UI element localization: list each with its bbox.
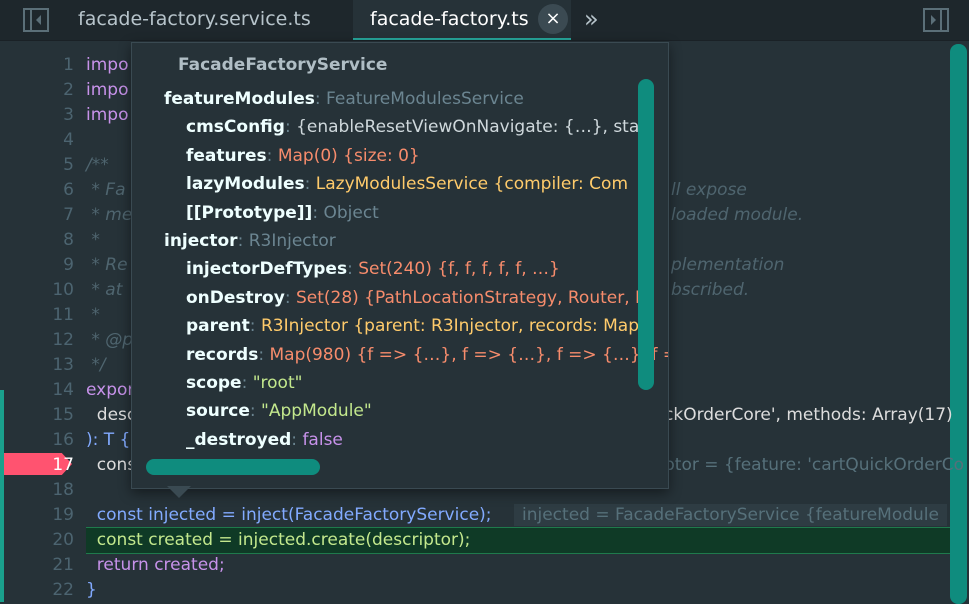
tree-key: cmsConfig (186, 117, 285, 138)
popup-tree-row[interactable]: parent: R3Injector {parent: R3Injector, … (186, 312, 639, 340)
popup-tree-row[interactable]: features: Map(0) {size: 0} (186, 142, 420, 170)
popup-tree-row[interactable]: _destroyed: false (186, 426, 343, 454)
tree-key: _destroyed (186, 429, 292, 450)
code-line: expor (86, 380, 135, 400)
tree-key: parent (186, 316, 250, 337)
popup-tree-row[interactable]: records: Map(980) {f => {…}, f => {…}, f… (186, 341, 669, 369)
tree-key: featureModules (164, 89, 315, 109)
popup-tree-row[interactable]: injector: R3Injector (164, 227, 336, 255)
code-line-tail: plementation (671, 255, 785, 275)
tree-value: Object (323, 202, 379, 223)
popup-pointer (167, 486, 191, 498)
code-line: * at (86, 280, 123, 300)
popup-tree-row[interactable]: [[Prototype]]: Object (186, 199, 379, 227)
tree-sep: : (314, 89, 327, 109)
popup-horizontal-scrollbar[interactable] (146, 459, 320, 475)
code-line-tail: bscribed. (671, 280, 750, 300)
popup-tree-row[interactable]: source: "AppModule" (186, 397, 372, 425)
code-line: cons (86, 455, 137, 475)
close-icon[interactable]: × (538, 4, 568, 34)
split-editor-icon[interactable] (922, 6, 950, 34)
tree-sep: : (258, 344, 270, 365)
tree-value: {enableResetViewOnNavigate: {…}, stat (296, 117, 646, 138)
tree-sep: : (284, 287, 296, 308)
code-line-tail: ptor = {feature: 'cartQuickOrderCo (664, 455, 964, 475)
tree-key: features (186, 145, 267, 166)
code-line: * Fa (86, 180, 126, 200)
code-line: impo (86, 55, 129, 75)
code-line: * me (86, 205, 133, 225)
tree-value: R3Injector (248, 231, 336, 251)
tab-label: facade-factory.service.ts (78, 8, 311, 30)
popup-vertical-scrollbar[interactable] (638, 79, 654, 390)
tree-value: Map(0) {size: 0} (277, 145, 420, 166)
code-line: impo (86, 105, 129, 125)
tree-sep: : (237, 231, 249, 251)
tree-value: LazyModulesService {compiler: Com (315, 174, 629, 195)
tab-bar: facade-factory.service.ts facade-factory… (0, 0, 969, 41)
tree-sep: : (347, 259, 359, 280)
tree-sep: : (241, 373, 253, 393)
tree-sep: : (249, 316, 261, 337)
code-line-tail: ckOrderCore', methods: Array(17) (664, 405, 953, 425)
tree-value: Map(980) {f => {…}, f => {…}, f => {…}, … (269, 344, 669, 365)
debug-hover-popup[interactable]: FacadeFactoryService featureModules: Fea… (131, 42, 669, 489)
code-line: /** (86, 155, 109, 175)
tree-key: records (186, 344, 259, 365)
code-line: const injected = inject(FacadeFactorySer… (86, 505, 492, 525)
popup-tree-row[interactable]: featureModules: FeatureModulesService (164, 85, 524, 113)
popup-tree-row[interactable]: cmsConfig: {enableResetViewOnNavigate: {… (186, 113, 646, 141)
tree-key: source (186, 401, 250, 422)
inline-value-hint: injected = FacadeFactoryService {feature… (514, 504, 947, 526)
tree-value: "root" (252, 373, 303, 393)
collapse-sidebar-icon[interactable] (22, 6, 50, 34)
tree-key: lazyModules (186, 174, 305, 195)
tree-key: injector (164, 231, 238, 251)
code-line: * @p (86, 330, 134, 350)
tree-key: scope (186, 373, 242, 393)
tree-key: injectorDefTypes (186, 259, 348, 280)
popup-tree-row[interactable]: scope: "root" (186, 369, 302, 397)
code-line-tail: ll expose (671, 180, 747, 200)
code-line-tail: loaded module. (671, 205, 804, 225)
tab-facade-factory[interactable]: facade-factory.ts × (353, 0, 571, 40)
code-line: return created; (86, 555, 225, 575)
tree-sep: : (312, 202, 324, 223)
popup-title: FacadeFactoryService (178, 55, 388, 75)
code-line: desc (86, 405, 137, 425)
tree-sep: : (284, 117, 297, 138)
code-line: * (86, 230, 100, 250)
tree-sep: : (291, 429, 303, 450)
tree-key: onDestroy (186, 287, 285, 308)
tree-value: false (302, 429, 343, 450)
code-line: ): T { (86, 430, 131, 450)
tree-key: [[Prototype]] (186, 202, 313, 223)
tree-sep: : (266, 145, 278, 166)
code-line: */ (86, 355, 106, 375)
tree-sep: : (249, 401, 262, 422)
tree-value: R3Injector {parent: R3Injector, records:… (260, 316, 639, 337)
tree-value: "AppModule" (261, 401, 372, 422)
tab-label: facade-factory.ts (370, 8, 529, 30)
tree-sep: : (304, 174, 316, 195)
tree-value: Set(240) {f, f, f, f, f, …} (358, 259, 560, 280)
popup-tree-row[interactable]: onDestroy: Set(28) {PathLocationStrategy… (186, 284, 640, 312)
popup-tree-row[interactable]: injectorDefTypes: Set(240) {f, f, f, f, … (186, 255, 560, 283)
tree-value: FeatureModulesService (326, 89, 524, 109)
code-line: * Re (86, 255, 128, 275)
tree-value: Set(28) {PathLocationStrategy, Router, I (295, 287, 641, 308)
code-line: } (86, 580, 97, 600)
code-line: * (86, 305, 100, 325)
chevron-double-right-icon[interactable]: » (584, 4, 599, 34)
popup-tree-row[interactable]: lazyModules: LazyModulesService {compile… (186, 170, 628, 198)
code-line: const created = injected.create(descript… (86, 530, 471, 550)
tab-facade-factory-service[interactable]: facade-factory.service.ts (58, 0, 352, 40)
code-line: impo (86, 80, 129, 100)
